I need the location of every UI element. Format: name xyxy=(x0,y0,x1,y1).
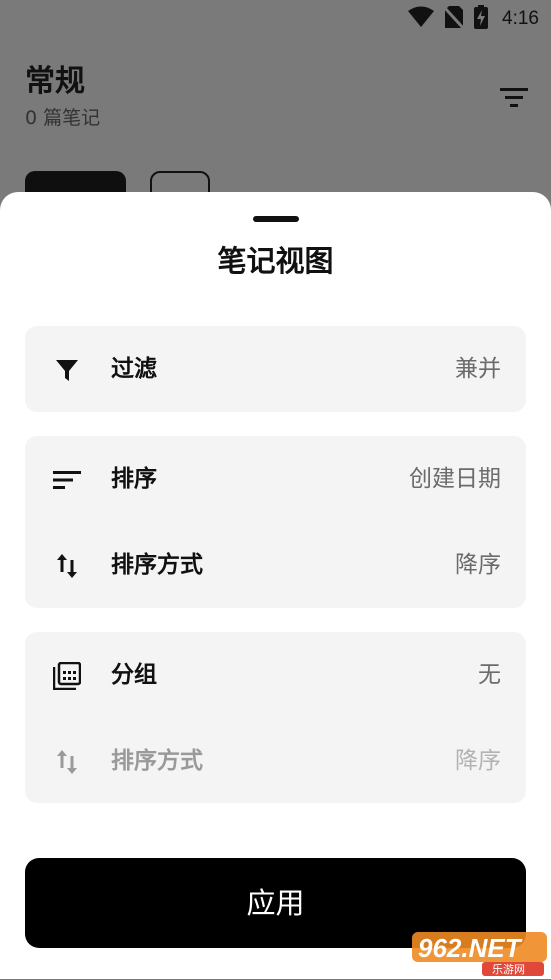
group-sort-order-value: 降序 xyxy=(455,748,501,774)
page-title: 常规 xyxy=(25,64,85,99)
sheet-title: 笔记视图 xyxy=(217,244,334,278)
battery-charging-icon xyxy=(474,5,489,33)
sort-order-row[interactable]: 排序方式 降序 xyxy=(25,522,526,608)
status-icons: 4:16 xyxy=(408,5,539,33)
group-sort-order-label: 排序方式 xyxy=(111,748,203,774)
filter-label: 过滤 xyxy=(111,356,157,382)
group-grid-icon xyxy=(53,662,81,690)
note-view-sheet: 笔记视图 过滤 兼并 排序 创建日期 排序方式 降序 分组 无 排序方式 降序 … xyxy=(0,192,551,979)
note-count: 0 篇笔记 xyxy=(25,107,101,129)
swap-vertical-icon xyxy=(53,748,81,776)
no-sim-icon xyxy=(442,5,466,33)
wifi-icon xyxy=(408,6,435,32)
sort-order-label: 排序方式 xyxy=(111,552,203,578)
sort-order-value: 降序 xyxy=(455,552,501,578)
sort-row[interactable]: 排序 创建日期 xyxy=(25,436,526,522)
group-sort-order-row: 排序方式 降序 xyxy=(25,718,526,804)
watermark-text: 962.NET xyxy=(418,933,523,963)
filter-value: 兼并 xyxy=(455,356,501,382)
group-value: 无 xyxy=(478,662,501,688)
sort-lines-icon xyxy=(53,466,81,494)
filter-lines-icon[interactable] xyxy=(500,86,528,110)
sort-value: 创建日期 xyxy=(409,466,501,492)
group-label: 分组 xyxy=(111,662,157,688)
sort-card: 排序 创建日期 排序方式 降序 xyxy=(25,436,526,608)
swap-vertical-icon xyxy=(53,552,81,580)
drag-handle[interactable] xyxy=(253,216,299,222)
filter-row[interactable]: 过滤 兼并 xyxy=(25,326,526,412)
status-bar: 4:16 xyxy=(0,0,551,38)
watermark-logo: 962.NET 乐游网 xyxy=(412,928,547,976)
funnel-icon xyxy=(53,356,81,384)
sort-label: 排序 xyxy=(111,466,157,492)
group-card: 分组 无 排序方式 降序 xyxy=(25,632,526,803)
filter-card: 过滤 兼并 xyxy=(25,326,526,412)
group-row[interactable]: 分组 无 xyxy=(25,632,526,718)
watermark-sub: 乐游网 xyxy=(492,963,525,976)
screen: 4:16 常规 0 篇笔记 笔记视图 过滤 兼并 排序 创建日期 排序方式 降序… xyxy=(0,0,551,979)
status-time: 4:16 xyxy=(502,8,539,29)
